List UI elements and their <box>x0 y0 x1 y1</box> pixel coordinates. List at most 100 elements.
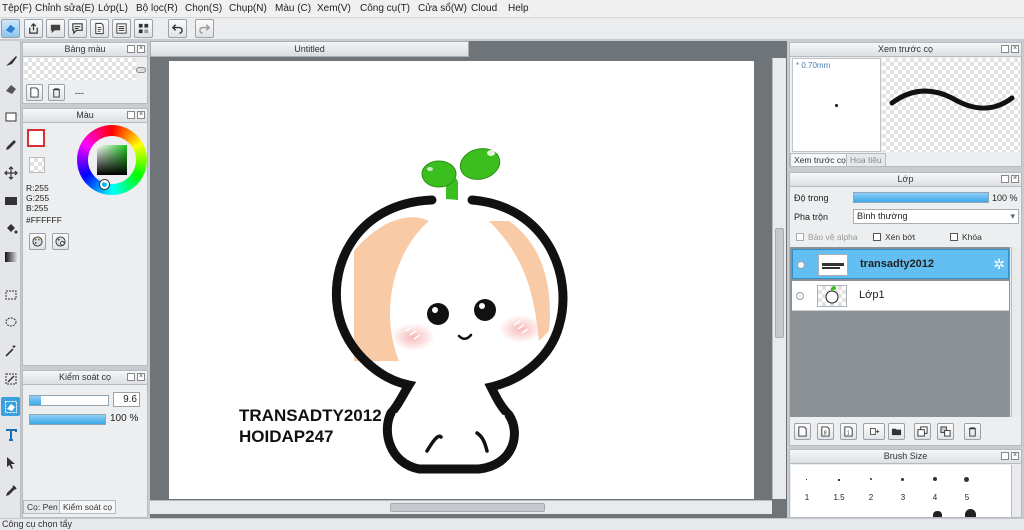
panel-close-button[interactable]: × <box>1011 175 1019 183</box>
tab-brush-control[interactable]: Kiểm soát cọ <box>59 500 117 514</box>
grid-button[interactable] <box>134 19 153 38</box>
menu-view[interactable]: Xem(V) <box>317 3 351 14</box>
panel-float-button[interactable] <box>127 373 135 381</box>
hue-handle[interactable] <box>100 180 109 189</box>
clipping-checkbox[interactable] <box>873 233 881 241</box>
new-swatch-button[interactable] <box>26 84 43 101</box>
eraser-mode-button[interactable] <box>1 19 20 38</box>
panel-float-button[interactable] <box>1001 452 1009 460</box>
document-tab[interactable]: Untitled <box>150 41 469 57</box>
blend-mode-select[interactable]: Bình thường ▾ <box>853 209 1019 224</box>
delete-swatch-button[interactable] <box>48 84 65 101</box>
layer-name[interactable]: Lớp1 <box>859 289 885 301</box>
select-pen-tool[interactable] <box>1 369 20 388</box>
select-rect-tool[interactable] <box>1 285 20 304</box>
panel-float-button[interactable] <box>1001 175 1009 183</box>
new-folder-button[interactable] <box>888 423 905 440</box>
duplicate-layer-button[interactable] <box>914 423 931 440</box>
brush-size-item[interactable]: 4 <box>919 465 951 503</box>
layer-visibility-toggle[interactable] <box>796 292 804 300</box>
export-button[interactable] <box>24 19 43 38</box>
panel-close-button[interactable]: × <box>1011 45 1019 53</box>
new-1bit-layer-button[interactable]: 1 <box>840 423 857 440</box>
layer-name[interactable]: transadty2012 <box>860 258 934 270</box>
merge-layer-button[interactable] <box>937 423 954 440</box>
new-8bit-layer-button[interactable]: 8 <box>817 423 834 440</box>
menu-filter[interactable]: Bộ lọc(R) <box>136 3 178 14</box>
color-mode-button[interactable] <box>29 233 46 250</box>
redo-button[interactable] <box>195 19 214 38</box>
brush-size-item[interactable]: 1.5 <box>823 465 855 503</box>
gradient-tool[interactable] <box>1 247 20 266</box>
menu-layer[interactable]: Lớp(L) <box>98 3 128 14</box>
horizontal-scroll-thumb[interactable] <box>390 503 545 512</box>
panel-float-button[interactable] <box>127 111 135 119</box>
undo-button[interactable] <box>168 19 187 38</box>
protect-alpha-checkbox[interactable] <box>796 233 804 241</box>
document-button[interactable] <box>90 19 109 38</box>
select-eraser-tool[interactable] <box>1 397 20 416</box>
brush-size-item[interactable]: 5 <box>951 465 983 503</box>
panel-close-button[interactable]: × <box>1011 452 1019 460</box>
brush-size-item[interactable]: 2 <box>855 465 887 503</box>
layer-list-scrollbar[interactable] <box>1011 247 1021 417</box>
tab-navigator[interactable]: Hoa tiêu <box>846 153 886 167</box>
gear-icon[interactable]: ✲ <box>993 256 1005 273</box>
menu-color[interactable]: Màu (C) <box>275 3 311 14</box>
brush-opacity-slider[interactable] <box>29 414 106 425</box>
menu-cloud[interactable]: Cloud <box>471 3 497 14</box>
eyedropper-tool[interactable] <box>1 481 20 500</box>
panel-float-button[interactable] <box>1001 45 1009 53</box>
delete-layer-button[interactable] <box>964 423 981 440</box>
canvas[interactable]: TRANSADTY2012 HOIDAP247 <box>169 61 754 499</box>
canvas-vertical-scrollbar[interactable] <box>772 58 786 499</box>
swatch-grid[interactable] <box>24 58 136 80</box>
panel-close-button[interactable]: × <box>137 111 145 119</box>
swatch-scroll-handle[interactable] <box>136 67 146 73</box>
brush-size-scrollbar[interactable] <box>1011 465 1021 517</box>
layer-visibility-toggle[interactable] <box>797 261 805 269</box>
pen-tool[interactable] <box>1 135 20 154</box>
layer-item-lop1[interactable]: Lớp1 <box>792 281 1009 311</box>
rectangle-tool[interactable] <box>1 107 20 126</box>
menu-file[interactable]: Tệp(F) <box>2 3 32 14</box>
menu-tools[interactable]: Công cụ(T) <box>360 3 410 14</box>
layer-opacity-slider[interactable] <box>853 192 989 203</box>
magic-wand-tool[interactable] <box>1 341 20 360</box>
brush-tool[interactable] <box>1 51 20 70</box>
menu-edit[interactable]: Chỉnh sửa(E) <box>35 3 95 14</box>
tab-brush-pen[interactable]: Cọ: Pen <box>23 500 62 514</box>
vertical-scroll-thumb[interactable] <box>775 228 784 338</box>
add-layer-menu-button[interactable] <box>863 423 885 440</box>
brush-size-slider[interactable] <box>29 395 109 406</box>
menu-window[interactable]: Cửa sổ(W) <box>418 3 467 14</box>
menu-capture[interactable]: Chụp(N) <box>229 3 267 14</box>
color-settings-button[interactable] <box>52 233 69 250</box>
brush-size-item[interactable]: 1 <box>791 465 823 503</box>
list-button[interactable] <box>112 19 131 38</box>
layer-item-transadty2012[interactable]: transadty2012 ✲ <box>792 249 1009 279</box>
fill-rect-tool[interactable] <box>1 191 20 210</box>
chat-button[interactable] <box>46 19 65 38</box>
main-color-swatch[interactable] <box>27 129 45 147</box>
canvas-horizontal-scrollbar[interactable] <box>150 500 772 514</box>
bucket-tool[interactable] <box>1 219 20 238</box>
operation-tool[interactable] <box>1 453 20 472</box>
tab-brush-preview[interactable]: Xem trước cọ <box>790 153 850 167</box>
move-tool[interactable] <box>1 163 20 182</box>
lasso-tool[interactable] <box>1 313 20 332</box>
menu-help[interactable]: Help <box>508 3 529 14</box>
panel-close-button[interactable]: × <box>137 45 145 53</box>
comment-button[interactable] <box>68 19 87 38</box>
panel-float-button[interactable] <box>127 45 135 53</box>
color-wheel[interactable] <box>77 125 147 195</box>
transparent-color-swatch[interactable] <box>29 157 45 173</box>
new-layer-button[interactable] <box>794 423 811 440</box>
lock-checkbox[interactable] <box>950 233 958 241</box>
eraser-tool[interactable] <box>1 79 20 98</box>
brush-size-item[interactable]: 3 <box>887 465 919 503</box>
saturation-square[interactable] <box>97 145 127 175</box>
panel-close-button[interactable]: × <box>137 373 145 381</box>
brush-size-value[interactable]: 9.6 <box>113 392 140 407</box>
text-tool[interactable] <box>1 425 20 444</box>
